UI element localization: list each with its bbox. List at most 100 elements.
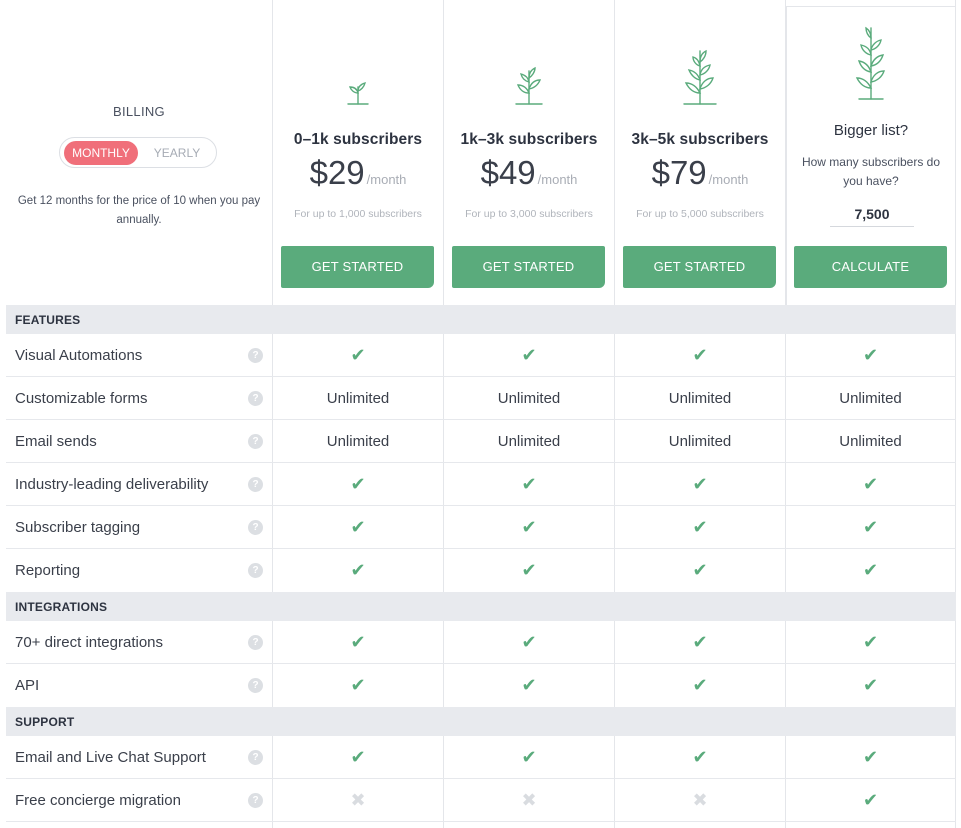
billing-panel: BILLING MONTHLY YEARLY Get 12 months for… xyxy=(6,0,272,305)
value-cell: ✔ xyxy=(786,621,956,663)
plan-card: 3k–5k subscribers $79 /month For up to 5… xyxy=(615,27,785,305)
feature-label: API xyxy=(15,677,40,694)
check-icon: ✔ xyxy=(862,560,879,580)
value-cell: Unlimited xyxy=(444,377,615,419)
value-cell: ✔ xyxy=(615,549,786,592)
plant-icon xyxy=(444,65,614,105)
value-cell: ✔ xyxy=(444,463,615,505)
table-row: Subscriber tagging? ✔ ✔ ✔ ✔ xyxy=(6,506,956,549)
feature-cell: Visual Automations? xyxy=(6,334,273,376)
price-period: /month xyxy=(366,172,407,187)
help-icon[interactable]: ? xyxy=(248,520,263,535)
help-icon[interactable]: ? xyxy=(248,477,263,492)
check-icon: ✔ xyxy=(521,746,537,767)
value-cell: ✔ xyxy=(615,334,786,376)
check-icon: ✔ xyxy=(692,675,708,695)
feature-cell: Industry-leading deliverability? xyxy=(6,463,273,505)
price-amount: $49 xyxy=(480,154,536,191)
check-icon: ✔ xyxy=(521,516,537,537)
value-cell: Unlimited xyxy=(273,377,444,419)
feature-table: FEATURES Visual Automations? ✔ ✔ ✔ ✔ Customiza… xyxy=(6,305,956,822)
check-icon: ✔ xyxy=(862,675,879,695)
value-cell: Unlimited xyxy=(273,420,444,462)
help-icon[interactable]: ? xyxy=(248,793,263,808)
value-text: Unlimited xyxy=(839,389,902,407)
value-cell: ✔ xyxy=(786,506,956,548)
check-icon: ✔ xyxy=(521,344,537,365)
feature-cell: Email sends? xyxy=(6,420,273,462)
help-icon[interactable]: ? xyxy=(248,750,263,765)
price-amount: $79 xyxy=(651,154,707,191)
value-cell: Unlimited xyxy=(786,420,956,462)
table-row: 70+ direct integrations? ✔ ✔ ✔ ✔ xyxy=(6,621,956,664)
value-cell: ✔ xyxy=(786,736,956,778)
value-cell: Unlimited xyxy=(786,377,956,419)
help-icon[interactable]: ? xyxy=(248,635,263,650)
feature-label: Email and Live Chat Support xyxy=(15,748,206,766)
check-icon: ✔ xyxy=(350,473,366,494)
value-cell: ✔ xyxy=(786,779,956,821)
value-cell: ✔ xyxy=(444,334,615,376)
check-icon: ✔ xyxy=(862,631,879,652)
value-text: Unlimited xyxy=(668,389,732,407)
cross-icon: ✖ xyxy=(692,789,708,810)
cross-icon: ✖ xyxy=(521,789,537,810)
help-icon[interactable]: ? xyxy=(248,391,263,406)
price-period: /month xyxy=(537,172,578,187)
plan-price: $79 /month xyxy=(615,154,785,192)
value-cell: ✖ xyxy=(273,779,444,821)
value-cell: ✔ xyxy=(786,334,956,376)
billing-note: Get 12 months for the price of 10 when y… xyxy=(17,195,261,226)
table-row: Industry-leading deliverability? ✔ ✔ ✔ ✔ xyxy=(6,463,956,506)
cross-icon: ✖ xyxy=(350,789,366,810)
check-icon: ✔ xyxy=(521,631,537,652)
feature-label: Subscriber tagging xyxy=(15,518,141,536)
table-row: Email sends? Unlimited Unlimited Unlimited U… xyxy=(6,420,956,463)
feature-label: Free concierge migration xyxy=(15,791,181,809)
check-icon: ✔ xyxy=(350,516,366,537)
feature-cell: 70+ direct integrations? xyxy=(6,621,273,663)
feature-cell: API? xyxy=(6,664,273,707)
check-icon: ✔ xyxy=(521,473,537,494)
bigger-list-title: Bigger list? xyxy=(833,122,909,139)
plant-icon xyxy=(787,24,955,100)
check-icon: ✔ xyxy=(521,560,537,580)
table-row: Visual Automations? ✔ ✔ ✔ ✔ xyxy=(6,334,956,377)
value-cell: ✔ xyxy=(273,664,444,707)
value-cell: ✔ xyxy=(444,621,615,663)
get-started-button[interactable]: GET STARTED xyxy=(281,246,434,288)
check-icon: ✔ xyxy=(350,746,366,767)
get-started-button[interactable]: GET STARTED xyxy=(623,246,776,288)
value-text: Unlimited xyxy=(839,432,902,450)
plan-card: 0–1k subscribers $29 /month For up to 1,… xyxy=(273,27,443,305)
check-icon: ✔ xyxy=(862,789,879,810)
calculate-button[interactable]: CALCULATE xyxy=(794,246,947,288)
price-amount: $29 xyxy=(309,154,365,191)
value-cell: ✖ xyxy=(444,779,615,821)
value-text: Unlimited xyxy=(668,432,732,450)
value-text: Unlimited xyxy=(497,432,561,450)
billing-toggle[interactable]: MONTHLY YEARLY xyxy=(59,137,217,168)
value-text: Unlimited xyxy=(326,389,390,407)
value-cell: Unlimited xyxy=(444,420,615,462)
billing-option-yearly[interactable]: YEARLY xyxy=(144,141,210,165)
billing-option-monthly[interactable]: MONTHLY xyxy=(64,141,138,165)
value-cell: ✔ xyxy=(444,664,615,707)
value-cell: ✔ xyxy=(615,621,786,663)
help-icon[interactable]: ? xyxy=(248,434,263,449)
subscriber-count-input[interactable] xyxy=(830,202,914,227)
bigger-list-question: How many subscribers do you have? xyxy=(801,155,941,188)
feature-cell: Free concierge migration? xyxy=(6,779,273,821)
help-icon[interactable]: ? xyxy=(248,678,263,693)
value-cell: ✔ xyxy=(273,463,444,505)
help-icon[interactable]: ? xyxy=(248,563,263,578)
bigger-list-card: Bigger list? How many subscribers do you… xyxy=(786,6,956,305)
value-cell: ✔ xyxy=(786,549,956,592)
price-period: /month xyxy=(708,172,749,187)
plan-subtitle: For up to 5,000 subscribers xyxy=(636,208,764,220)
help-icon[interactable]: ? xyxy=(248,348,263,363)
plant-icon xyxy=(615,47,785,105)
value-cell: ✔ xyxy=(615,506,786,548)
value-cell: ✔ xyxy=(786,463,956,505)
get-started-button[interactable]: GET STARTED xyxy=(452,246,605,288)
